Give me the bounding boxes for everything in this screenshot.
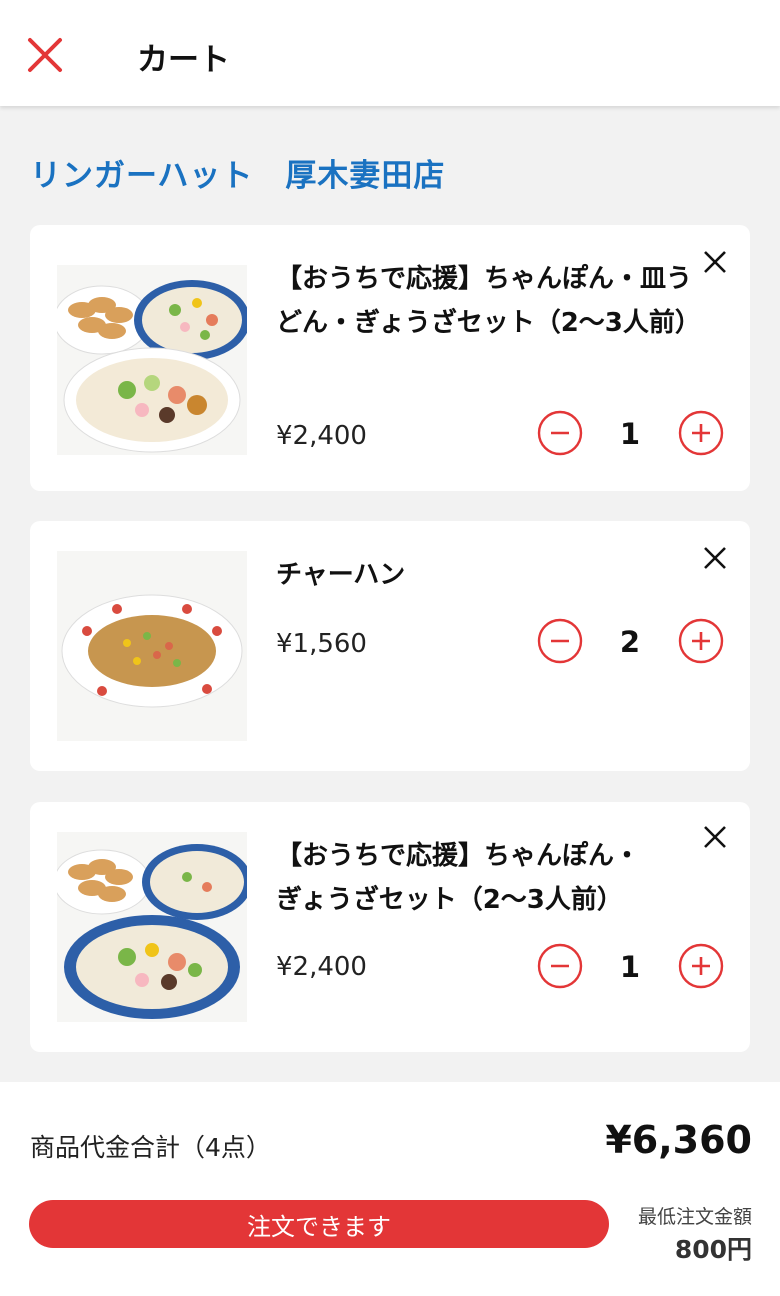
- remove-item-icon[interactable]: [700, 822, 730, 852]
- item-name: チャーハン: [276, 560, 406, 590]
- subtotal-label: 商品代金合計（4点）: [30, 1133, 271, 1162]
- item-name: 【おうちで応援】ちゃんぽん・ぎょうざセット（2〜3人前）: [276, 841, 641, 915]
- app-header: カート: [0, 0, 780, 106]
- product-image: [57, 832, 247, 1022]
- increase-quantity-button[interactable]: [678, 618, 724, 664]
- cart-item: チャーハン ¥1,560 2: [30, 521, 750, 771]
- decrease-quantity-button[interactable]: [537, 943, 583, 989]
- place-order-button[interactable]: 注文できます: [29, 1200, 609, 1248]
- cart-item: 【おうちで応援】ちゃんぽん・皿うどん・ぎょうざセット（2〜3人前） ¥2,400…: [30, 225, 750, 491]
- item-price: ¥2,400: [276, 421, 367, 451]
- decrease-quantity-button[interactable]: [537, 410, 583, 456]
- product-image: [57, 551, 247, 741]
- cart-item: 【おうちで応援】ちゃんぽん・ぎょうざセット（2〜3人前） ¥2,400 1: [30, 802, 750, 1052]
- store-name[interactable]: リンガーハット 厚木妻田店: [30, 150, 445, 195]
- increase-quantity-button[interactable]: [678, 943, 724, 989]
- increase-quantity-button[interactable]: [678, 410, 724, 456]
- item-name: 【おうちで応援】ちゃんぽん・皿うどん・ぎょうざセット（2〜3人前）: [276, 264, 701, 338]
- quantity-value: 1: [619, 417, 641, 451]
- remove-item-icon[interactable]: [700, 247, 730, 277]
- minimum-order-amount: 800円: [674, 1235, 752, 1264]
- item-price: ¥2,400: [276, 952, 367, 982]
- cart-footer: 商品代金合計（4点） ¥6,360 注文できます 最低注文金額 800円: [0, 1082, 780, 1296]
- quantity-value: 2: [619, 625, 641, 659]
- decrease-quantity-button[interactable]: [537, 618, 583, 664]
- minimum-order-label: 最低注文金額: [637, 1206, 752, 1228]
- page-title: カート: [137, 42, 230, 78]
- quantity-value: 1: [619, 950, 641, 984]
- item-price: ¥1,560: [276, 629, 367, 659]
- close-icon[interactable]: [26, 36, 64, 74]
- product-image: [57, 265, 247, 455]
- subtotal-amount: ¥6,360: [605, 1118, 752, 1162]
- remove-item-icon[interactable]: [700, 543, 730, 573]
